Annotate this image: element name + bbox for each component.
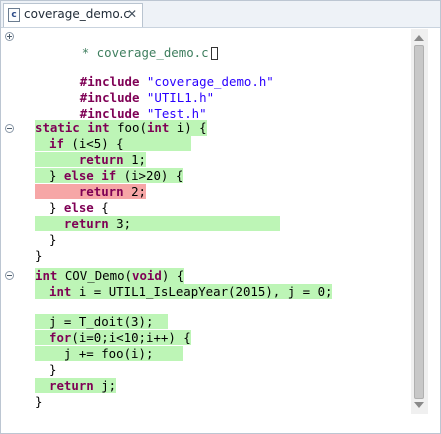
code-text: } <box>35 248 43 263</box>
keyword: int <box>35 268 58 283</box>
code-line-covered: j = T_doit(3); <box>35 314 169 330</box>
tab-title: coverage_demo.c <box>24 7 130 21</box>
keyword: else <box>63 200 94 215</box>
code-editor[interactable]: * coverage_demo.c #include "coverage_dem… <box>19 29 409 424</box>
scroll-up-icon[interactable] <box>414 35 424 41</box>
scroll-down-icon[interactable] <box>414 402 424 408</box>
keyword: int <box>87 120 110 135</box>
include-file: "Test.h" <box>146 106 207 121</box>
code-line-covered: return 3; <box>35 216 281 232</box>
keyword: if <box>49 136 64 151</box>
code-text: COV_Demo( <box>57 268 132 283</box>
code-text: 1; <box>123 152 146 167</box>
keyword: return <box>49 378 94 393</box>
vertical-scrollbar[interactable] <box>411 29 428 414</box>
code-line-covered: if (i<5) {​ <box>35 136 191 152</box>
code-text: i) { <box>169 120 207 135</box>
covered-span: j += foo(i); <box>35 346 184 361</box>
covered-span: if (i<5) {​ <box>35 136 191 151</box>
code-text: } <box>49 168 64 183</box>
code-text: ) { <box>161 268 185 283</box>
editor-window: c coverage_demo.c ✕ * coverage_demo.c #i… <box>0 0 441 434</box>
include-line: #include "Test.h" <box>35 90 207 121</box>
include-line: #include "coverage_demo.h" <box>35 58 274 89</box>
keyword: static <box>35 120 80 135</box>
code-line: } <box>49 362 56 378</box>
covered-span: return 3; <box>35 216 281 231</box>
code-line-covered: } else if (i>20) { <box>35 168 184 184</box>
code-line-covered: int i = UTIL1_IsLeapYear(2015), j = 0; <box>35 284 333 300</box>
code-text: i = UTIL1_IsLeapYear(2015), j = 0; <box>71 284 333 299</box>
code-text: j += foo(i); <box>63 346 154 361</box>
not-covered-span: return 2; <box>35 184 146 199</box>
code-text: (i<5) { <box>63 136 124 151</box>
keyword: return <box>63 216 109 231</box>
include-line: #include "UTIL1.h" <box>35 74 214 105</box>
keyword: void <box>132 268 162 283</box>
code-line-not-covered: return 2; <box>35 184 146 200</box>
keyword: int <box>146 120 170 135</box>
tab-coverage-demo[interactable]: c coverage_demo.c ✕ <box>3 3 143 27</box>
code-text: (i>20) { <box>116 168 184 183</box>
code-line: } <box>35 394 42 410</box>
keyword: if <box>101 168 117 183</box>
c-file-icon: c <box>8 8 20 22</box>
code-line-covered: return j; <box>35 378 117 394</box>
folding-gutter <box>1 29 19 424</box>
keyword: for <box>49 330 72 345</box>
code-text: } <box>35 394 43 409</box>
covered-span: int i = UTIL1_IsLeapYear(2015), j = 0; <box>35 284 333 299</box>
covered-span: j = T_doit(3); <box>35 314 169 329</box>
code-line-covered: for(i=0;i<10;i++) { <box>35 330 191 346</box>
code-text: foo( <box>109 120 147 135</box>
include-directive: #include <box>79 106 140 121</box>
tab-bar: c coverage_demo.c ✕ <box>1 1 440 28</box>
code-text: } <box>49 362 57 377</box>
collapse-icon[interactable] <box>5 271 14 280</box>
collapse-icon[interactable] <box>5 124 14 133</box>
code-text: } <box>49 200 64 215</box>
code-text: } <box>49 232 57 247</box>
code-text: 2; <box>123 184 146 199</box>
covered-span: } else if (i>20) { <box>35 168 184 183</box>
code-line: } else { <box>35 200 109 216</box>
code-line: } <box>35 248 42 264</box>
keyword: else <box>63 168 94 183</box>
scrollbar-thumb[interactable] <box>414 45 424 399</box>
header-comment-line: * coverage_demo.c <box>37 29 218 60</box>
covered-span: return 1; <box>35 152 146 167</box>
code-text: j = T_doit(3); <box>49 314 154 329</box>
keyword: int <box>49 284 72 299</box>
keyword: return <box>78 152 124 167</box>
close-icon[interactable]: ✕ <box>127 7 137 21</box>
code-line-covered: int COV_Demo(void) { <box>35 268 185 284</box>
code-line: } <box>49 232 56 248</box>
code-text: 3; <box>108 216 132 231</box>
code-text: (i=0;i<10;i++) { <box>71 330 191 345</box>
covered-span: for(i=0;i<10;i++) { <box>35 330 191 345</box>
code-text: { <box>93 200 109 215</box>
covered-span: return j; <box>35 378 117 393</box>
code-line-covered: return 1; <box>35 152 146 168</box>
code-line-covered: j += foo(i); <box>35 346 184 362</box>
expand-icon[interactable] <box>5 32 14 41</box>
code-text: j; <box>93 378 117 393</box>
keyword: return <box>78 184 124 199</box>
code-line-covered: static int foo(int i) { <box>35 120 207 136</box>
